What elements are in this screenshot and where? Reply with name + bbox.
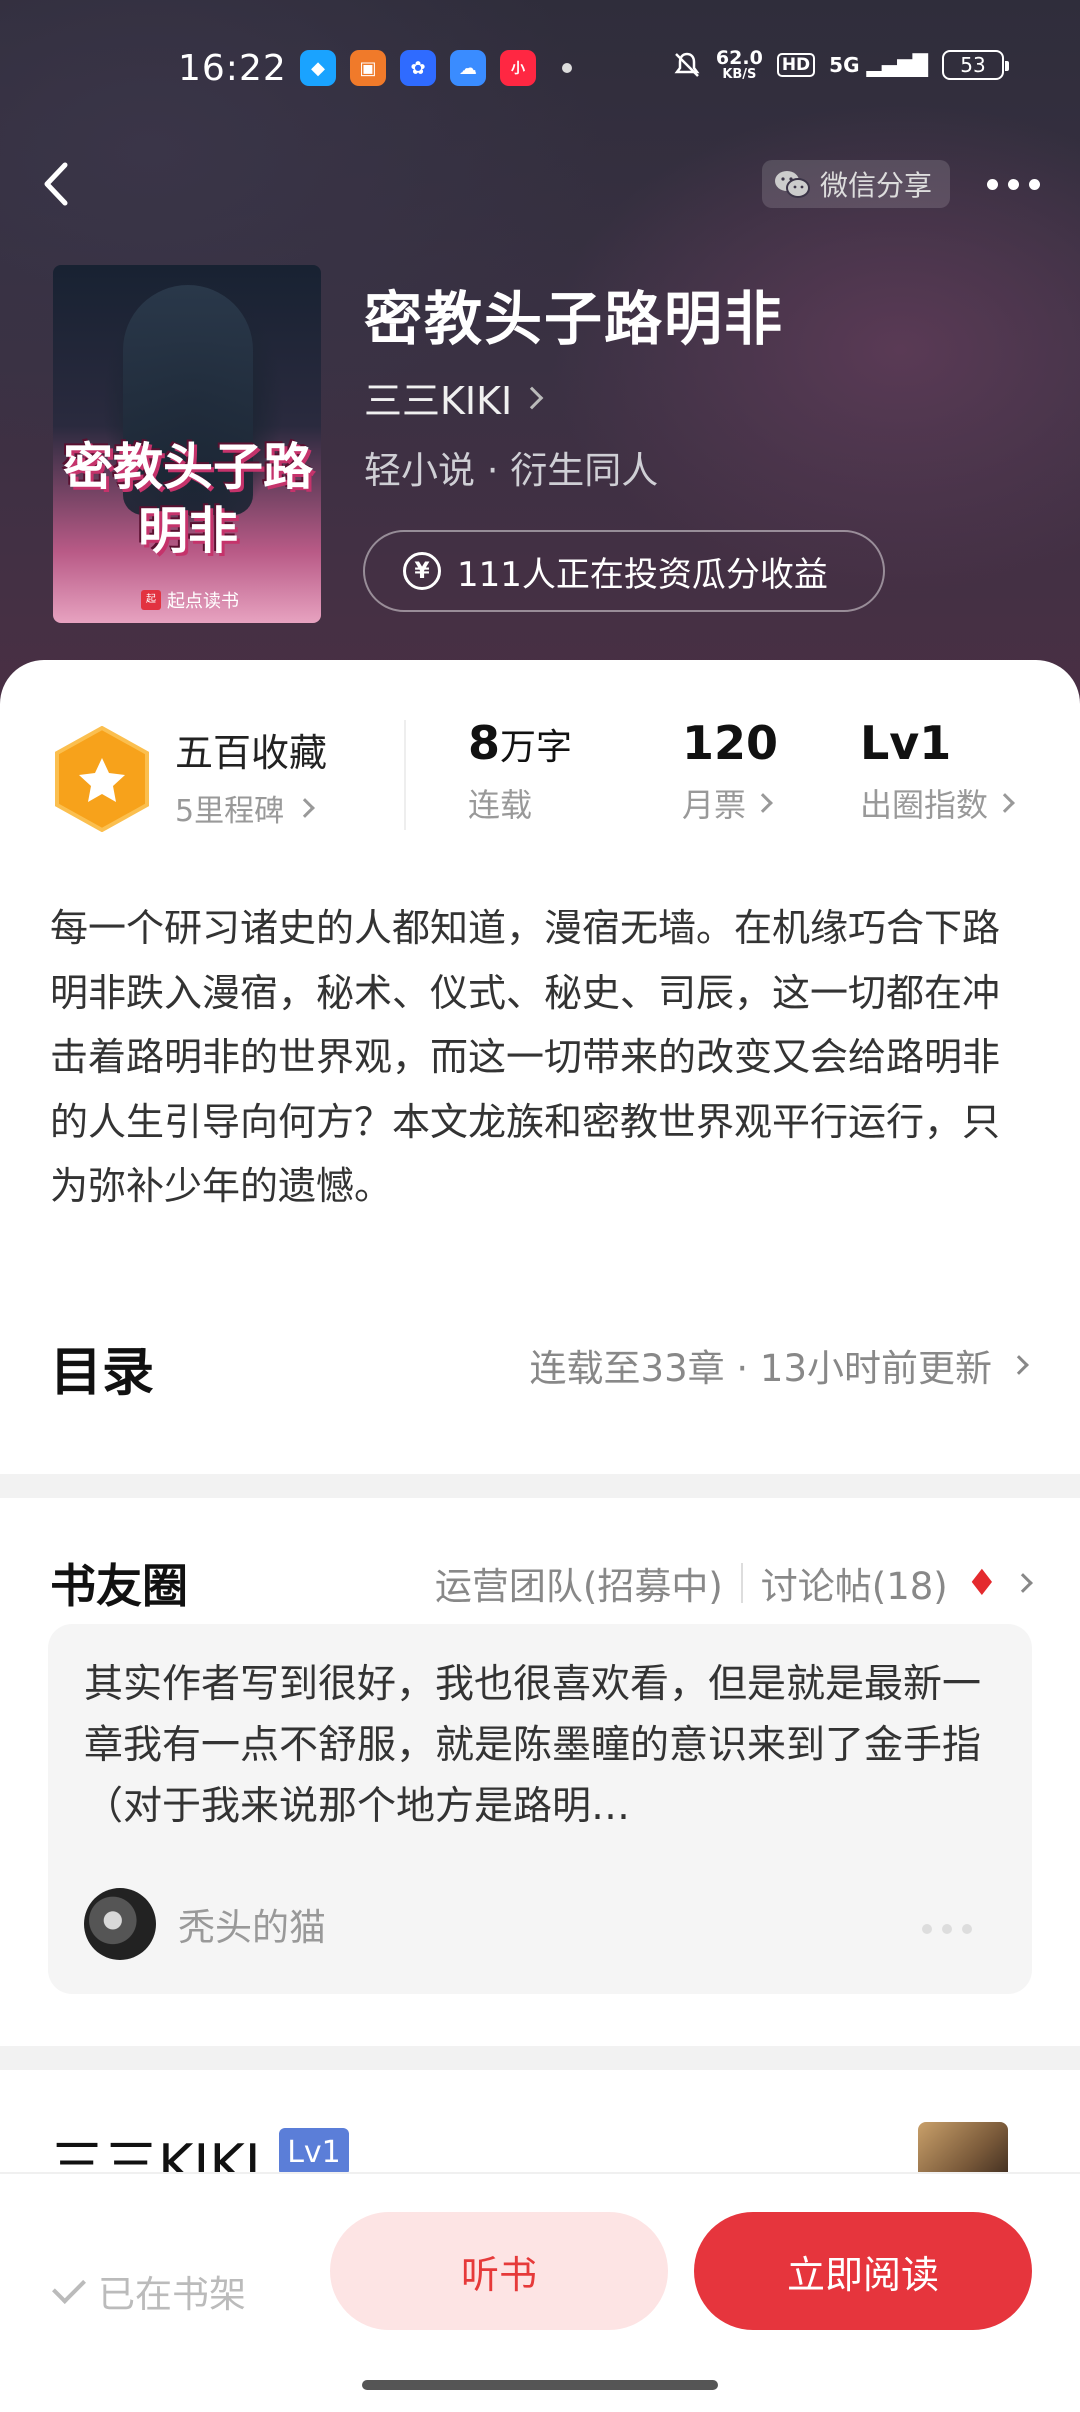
wechat-share-button[interactable]: 微信分享 <box>762 160 951 208</box>
signal-icon: 5G ▂▄▆█ <box>829 53 928 77</box>
status-app-icons: ◆ ▣ ✿ ☁ 小 <box>300 50 572 86</box>
carousel-dots <box>922 1924 972 1934</box>
toc-title: 目录 <box>50 1343 155 1403</box>
monthly-tickets-value: 120 <box>682 716 779 770</box>
yen-icon: ¥ <box>403 552 441 590</box>
status-bar: 16:22 ◆ ▣ ✿ ☁ 小 62.0 KB/S HD 5G ▂▄▆█ 53 <box>0 40 1080 100</box>
forum-post-card[interactable]: 其实作者写到很好，我也很喜欢看，但是就是最新一章我有一点不舒服，就是陈墨瞳的意识… <box>48 1624 1032 1994</box>
table-of-contents-row[interactable]: 目录 连载至33章 · 13小时前更新 <box>0 1330 1080 1440</box>
book-title: 密教头子路明非 <box>364 285 785 353</box>
hd-icon: HD <box>776 53 816 77</box>
author-link[interactable]: 三三KIKI <box>364 370 544 425</box>
serial-status-label: 连载 <box>468 786 533 824</box>
book-tags: 轻小说 · 衍生同人 <box>364 449 659 492</box>
top-nav: 微信分享 <box>0 150 1080 220</box>
more-options-button[interactable] <box>978 160 1048 208</box>
post-content: 其实作者写到很好，我也很喜欢看，但是就是最新一章我有一点不舒服，就是陈墨瞳的意识… <box>84 1662 982 1829</box>
net-speed: 62.0 KB/S <box>716 48 763 82</box>
cover-brand-text: 起点读书 <box>167 591 239 612</box>
section-separator <box>0 1474 1080 1498</box>
back-button[interactable] <box>26 154 86 214</box>
chevron-right-icon <box>295 798 315 818</box>
post-author: 秃头的猫 <box>84 1888 326 1960</box>
qq-icon: ◆ <box>300 50 336 86</box>
word-count-number: 8 <box>468 716 501 770</box>
flame-icon: ♦ <box>965 1562 998 1604</box>
collection-badge-icon <box>55 726 149 832</box>
carousel-dot <box>922 1924 932 1934</box>
author-name: 三三KIKI <box>364 379 513 423</box>
word-count-value: 8万字 <box>468 716 572 770</box>
more-dot-icon <box>986 178 998 190</box>
monthly-tickets-label-row: 月票 <box>682 780 778 826</box>
read-now-button[interactable]: 立即阅读 <box>694 2212 1032 2330</box>
back-arrow-icon <box>44 162 68 206</box>
more-dot-icon <box>1007 178 1019 190</box>
net-speed-unit: KB/S <box>722 67 757 82</box>
book-header: 16:22 ◆ ▣ ✿ ☁ 小 62.0 KB/S HD 5G ▂▄▆█ 53 <box>0 0 1080 720</box>
chevron-right-icon <box>753 793 773 813</box>
influence-index-stat[interactable]: Lv1 出圈指数 <box>860 716 1015 826</box>
book-app-icon: ▣ <box>350 50 386 86</box>
on-shelf-label: 已在书架 <box>98 2273 246 2316</box>
monthly-tickets-stat[interactable]: 120 月票 <box>682 716 778 826</box>
avatar <box>84 1888 156 1960</box>
carousel-dot <box>942 1924 952 1934</box>
word-count-unit: 万字 <box>500 727 573 768</box>
chevron-right-icon <box>520 386 544 409</box>
on-shelf-button[interactable]: 已在书架 <box>52 2264 246 2318</box>
toc-update-info: 连载至33章 · 13小时前更新 <box>529 1347 992 1390</box>
cover-brand: 起 起点读书 <box>141 587 239 613</box>
toc-info: 连载至33章 · 13小时前更新 <box>529 1338 1029 1392</box>
check-icon <box>52 2270 86 2304</box>
baidu-icon: ✿ <box>400 50 436 86</box>
forum-title[interactable]: 书友圈 <box>50 1550 188 1616</box>
invest-label: 111人正在投资瓜分收益 <box>457 554 828 595</box>
signal-label: 5G <box>829 53 860 77</box>
cover-title: 密教头子路明非 <box>63 435 313 563</box>
links-divider <box>740 1563 743 1603</box>
chevron-right-icon <box>1013 1573 1033 1593</box>
wechat-icon <box>775 171 810 198</box>
book-synopsis[interactable]: 每一个研习诸史的人都知道，漫宿无墙。在机缘巧合下路明非跌入漫宿，秘术、仪式、秘史… <box>50 896 1030 1219</box>
ops-team-link[interactable]: 运营团队(招募中) <box>435 1556 723 1610</box>
influence-label-row: 出圈指数 <box>860 780 1015 826</box>
post-author-name: 秃头的猫 <box>178 1906 326 1949</box>
net-speed-value: 62.0 <box>715 47 763 69</box>
stats-divider <box>404 720 406 830</box>
influence-level-value: Lv1 <box>860 716 952 770</box>
word-count-stat: 8万字 连载 <box>468 716 572 826</box>
invest-button[interactable]: ¥ 111人正在投资瓜分收益 <box>363 530 885 612</box>
mute-icon <box>674 52 700 77</box>
more-dot-icon <box>1028 178 1040 190</box>
monthly-tickets-label: 月票 <box>682 786 747 824</box>
qidian-logo-icon: 起 <box>141 590 161 610</box>
carousel-dot <box>962 1924 972 1934</box>
author-level-badge: Lv1 <box>279 2128 349 2176</box>
book-cover[interactable]: 密教头子路明非 起 起点读书 <box>53 265 321 623</box>
xiaohongshu-icon: 小 <box>500 50 536 86</box>
chevron-right-icon <box>1009 1355 1029 1375</box>
weather-icon: ☁ <box>450 50 486 86</box>
cover-title-text: 密教头子路明非 <box>63 437 313 560</box>
chevron-right-icon <box>995 793 1015 813</box>
forum-links: 运营团队(招募中) 讨论帖(18) ♦ <box>435 1556 1033 1610</box>
milestone-link[interactable]: 5里程碑 <box>175 786 315 830</box>
battery-icon: 53 <box>942 50 1009 80</box>
status-indicators: 62.0 KB/S HD 5G ▂▄▆█ 53 <box>672 48 1009 82</box>
section-separator <box>0 2046 1080 2070</box>
home-indicator[interactable] <box>362 2380 718 2390</box>
more-notifications-dot <box>562 63 572 73</box>
listen-button[interactable]: 听书 <box>330 2212 668 2330</box>
status-time: 16:22 <box>178 48 287 89</box>
influence-label: 出圈指数 <box>860 786 989 824</box>
discussion-posts-link[interactable]: 讨论帖(18) <box>761 1556 948 1610</box>
collect-milestone-title: 五百收藏 <box>175 731 328 775</box>
milestone-label: 5里程碑 <box>175 794 285 829</box>
bottom-action-bar: 已在书架 听书 立即阅读 <box>0 2172 1080 2412</box>
wechat-share-label: 微信分享 <box>820 169 933 202</box>
